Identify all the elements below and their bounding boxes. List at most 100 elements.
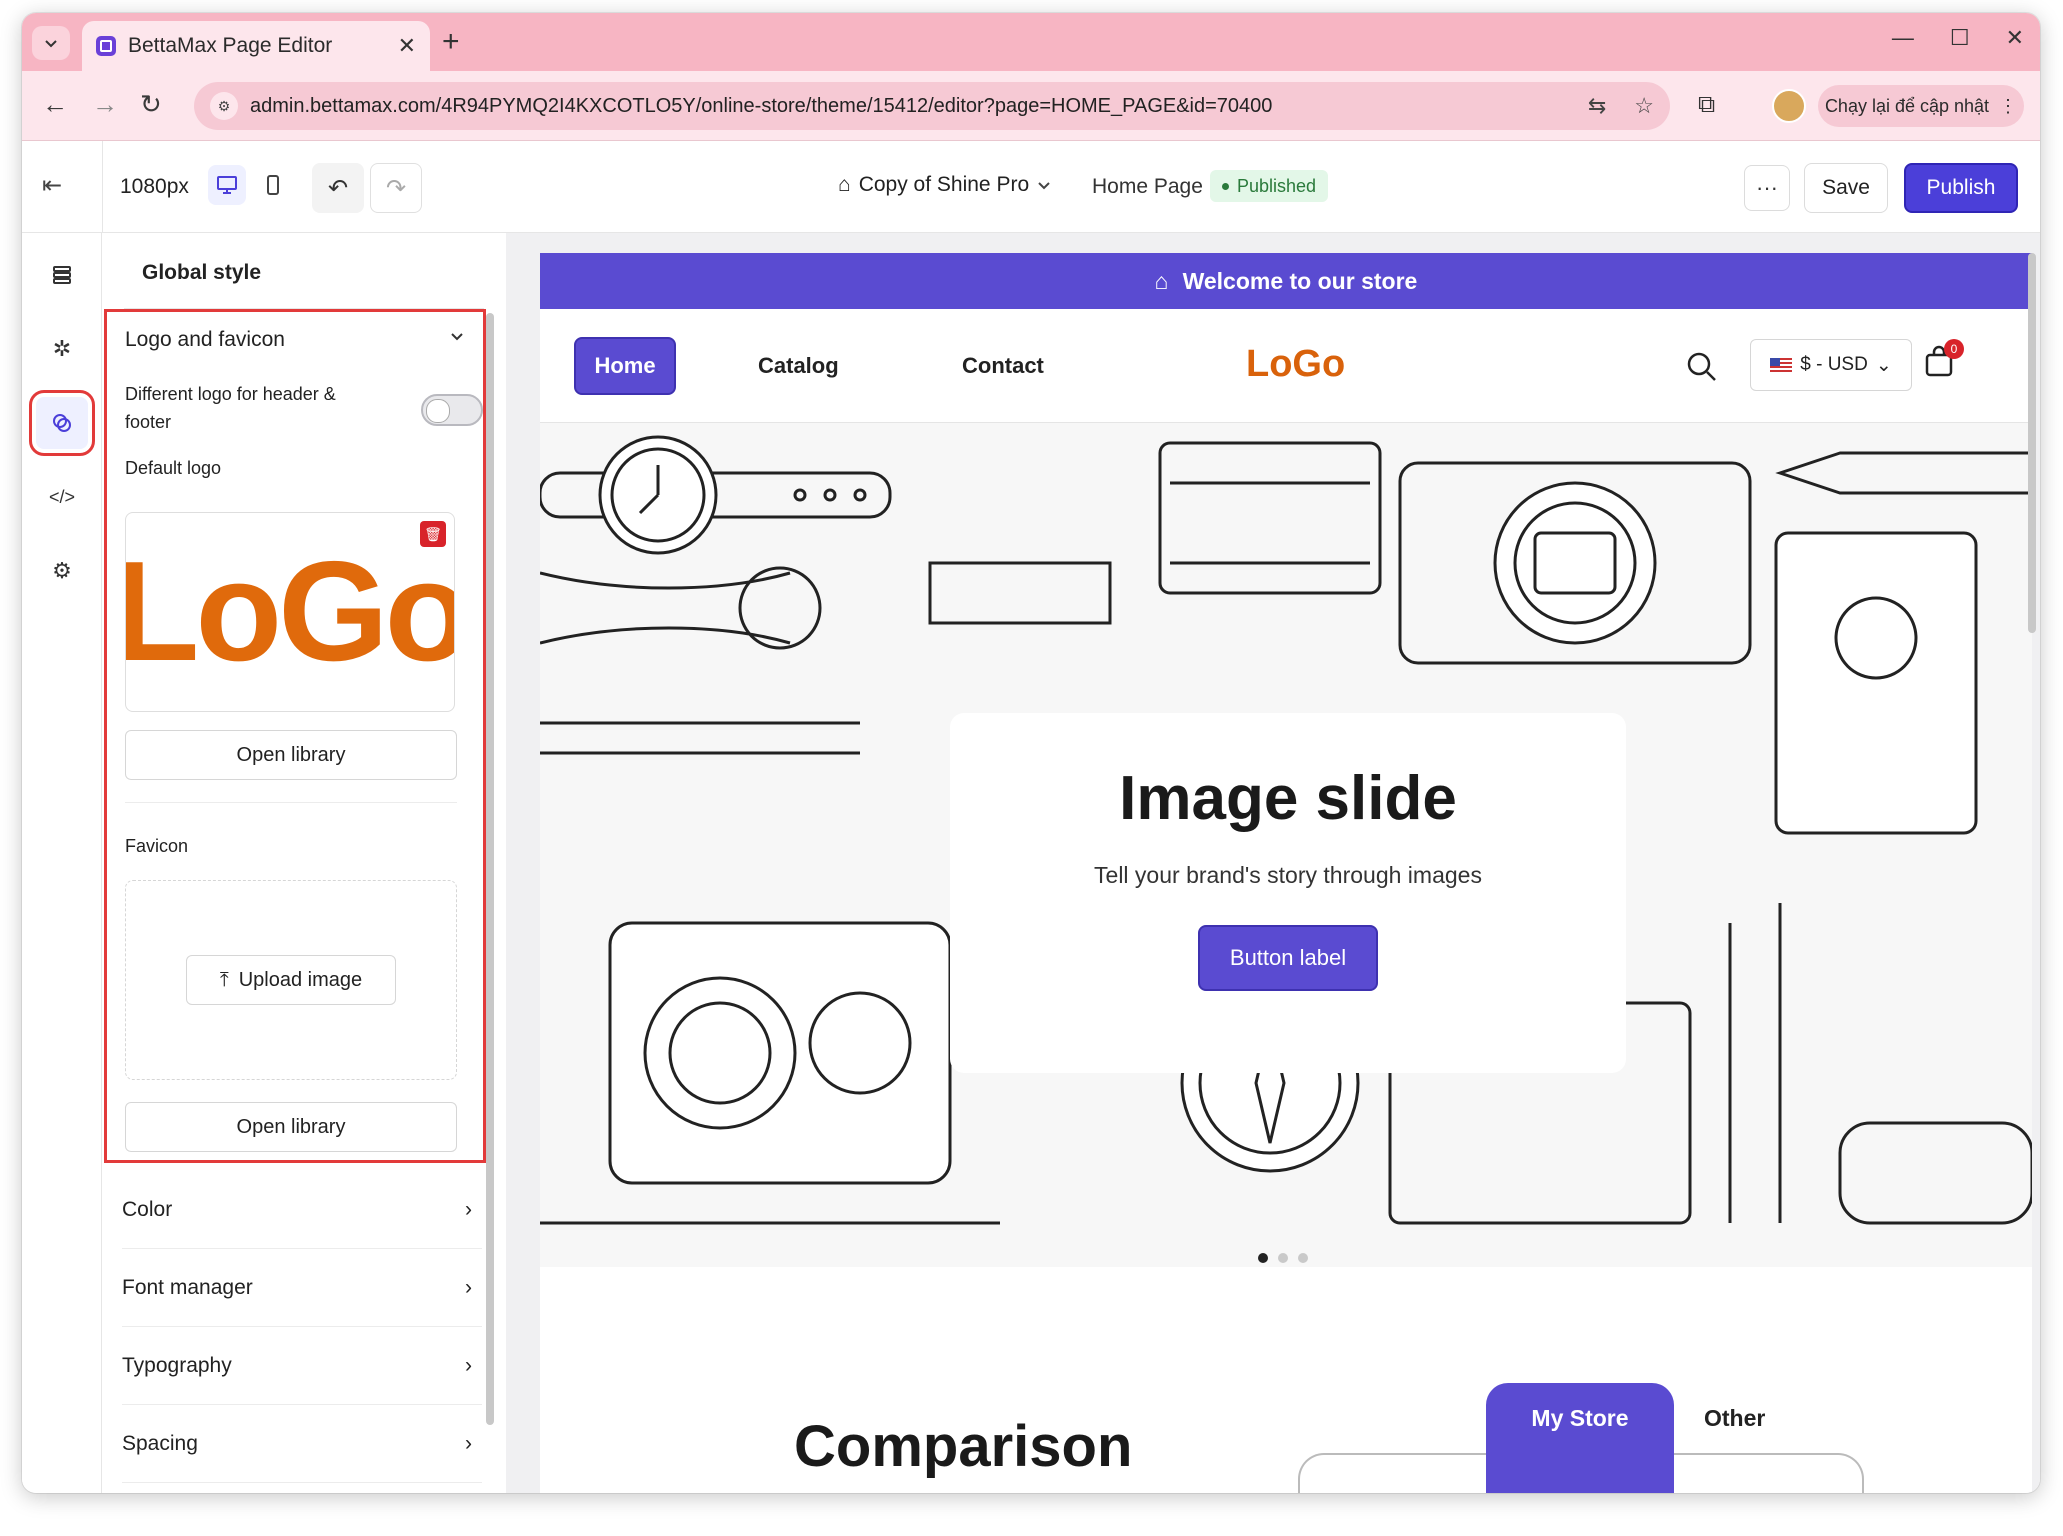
accordion-label: Color bbox=[122, 1197, 173, 1221]
desktop-view-button[interactable] bbox=[208, 165, 246, 205]
profile-avatar[interactable] bbox=[1772, 89, 1806, 123]
sections-button[interactable] bbox=[36, 249, 88, 301]
publish-button[interactable]: Publish bbox=[1904, 163, 2018, 213]
apps-button[interactable]: ✲ bbox=[36, 323, 88, 375]
desktop-icon bbox=[217, 176, 237, 194]
tab-search-button[interactable] bbox=[32, 26, 70, 60]
logo-image: LoGo bbox=[125, 532, 455, 691]
delete-logo-icon[interactable]: 🗑 bbox=[420, 521, 446, 547]
logo-section-header[interactable]: Logo and favicon bbox=[125, 328, 465, 352]
settings-button[interactable]: ⚙ bbox=[36, 545, 88, 597]
accordion-label: Typography bbox=[122, 1353, 232, 1377]
code-button[interactable]: </> bbox=[36, 471, 88, 523]
translate-icon[interactable]: ⇆ bbox=[1588, 93, 1606, 119]
chevron-right-icon: › bbox=[465, 1275, 472, 1299]
favicon-dropzone[interactable]: ⤒ Upload image bbox=[125, 880, 457, 1080]
chevron-right-icon: › bbox=[465, 1197, 472, 1221]
comparison-title: Comparison bbox=[794, 1414, 1133, 1479]
accordion-label: Spacing bbox=[122, 1431, 198, 1455]
nav-home[interactable]: Home bbox=[574, 337, 676, 395]
extensions-icon[interactable]: ⧉ bbox=[1698, 91, 1715, 119]
reload-icon[interactable]: ↻ bbox=[140, 89, 162, 120]
site-info-icon[interactable]: ⚙ bbox=[210, 92, 238, 120]
redo-icon: ↷ bbox=[385, 174, 407, 202]
accordion-font-manager[interactable]: Font manager › bbox=[122, 1249, 482, 1327]
code-icon: </> bbox=[48, 486, 76, 507]
accordion-typography[interactable]: Typography › bbox=[122, 1327, 482, 1405]
upload-image-button[interactable]: ⤒ Upload image bbox=[186, 955, 396, 1005]
status-dot bbox=[1222, 182, 1229, 190]
image-slide-section[interactable]: Image slide Tell your brand's story thro… bbox=[540, 423, 2032, 1267]
save-button[interactable]: Save bbox=[1804, 163, 1888, 213]
accordion-color[interactable]: Color › bbox=[122, 1171, 482, 1249]
comparison-tab-other[interactable]: Other bbox=[1704, 1405, 1765, 1432]
new-tab-icon[interactable]: + bbox=[442, 25, 460, 59]
hero-cta-button[interactable]: Button label bbox=[1198, 925, 1378, 991]
panel-scrollbar[interactable] bbox=[486, 313, 494, 1425]
canvas-width-label: 1080px bbox=[120, 175, 189, 198]
canvas-scrollbar[interactable] bbox=[2028, 253, 2036, 633]
maximize-icon[interactable]: ☐ bbox=[1950, 25, 1970, 51]
chevron-down-icon bbox=[451, 333, 463, 341]
editor-topbar: ⇤ 1080px ↶ ↷ ⌂ Copy of Shine Pro Home Pa… bbox=[22, 141, 2040, 233]
slide-dot[interactable] bbox=[1278, 1253, 1288, 1263]
tab-title: BettaMax Page Editor bbox=[128, 34, 333, 57]
redo-button[interactable]: ↷ bbox=[370, 163, 422, 213]
status-badge: Published bbox=[1210, 170, 1329, 202]
chevron-down-icon bbox=[45, 40, 57, 48]
browser-toolbar: ← → ↻ ⚙ admin.bettamax.com/4R94PYMQ2I4KX… bbox=[22, 71, 2040, 141]
store-header[interactable]: Home Catalog Contact LoGo $ - USD ⌄ 0 bbox=[540, 309, 2032, 423]
toggle-label: Different logo for header & footer bbox=[125, 384, 336, 432]
accordion-label: Font manager bbox=[122, 1275, 253, 1299]
open-library-button[interactable]: Open library bbox=[125, 730, 457, 780]
store-icon: ⌂ bbox=[1154, 267, 1169, 294]
chevron-down-icon bbox=[1038, 182, 1050, 190]
divider bbox=[102, 141, 103, 233]
mobile-view-button[interactable] bbox=[254, 165, 292, 205]
undo-icon: ↶ bbox=[327, 174, 349, 202]
chevron-right-icon: › bbox=[465, 1353, 472, 1377]
exit-editor-icon[interactable]: ⇤ bbox=[42, 171, 62, 200]
back-icon[interactable]: ← bbox=[42, 89, 68, 120]
hero-title: Image slide bbox=[1119, 764, 1457, 833]
app-favicon-icon bbox=[96, 36, 116, 56]
forward-icon[interactable]: → bbox=[92, 89, 118, 120]
currency-selector[interactable]: $ - USD ⌄ bbox=[1750, 339, 1912, 391]
chevron-right-icon: › bbox=[465, 1431, 472, 1455]
nav-catalog[interactable]: Catalog bbox=[758, 353, 839, 379]
open-library-button[interactable]: Open library bbox=[125, 1102, 457, 1152]
divider bbox=[125, 802, 457, 803]
gear-icon: ⚙ bbox=[52, 558, 72, 583]
upload-label: Upload image bbox=[238, 968, 363, 991]
global-style-button[interactable] bbox=[29, 390, 95, 456]
page-selector[interactable]: Home Page bbox=[1092, 175, 1203, 199]
home-icon: ⌂ bbox=[838, 173, 851, 196]
more-options-button[interactable]: ··· bbox=[1744, 165, 1790, 211]
update-browser-button[interactable]: Chạy lại để cập nhật ⋮ bbox=[1818, 85, 2024, 127]
bookmark-star-icon[interactable]: ☆ bbox=[1634, 93, 1654, 119]
close-tab-icon[interactable]: ✕ bbox=[398, 33, 416, 59]
status-text: Published bbox=[1237, 175, 1317, 196]
different-logo-toggle[interactable] bbox=[421, 394, 483, 426]
accordion-spacing[interactable]: Spacing › bbox=[122, 1405, 482, 1483]
nav-contact[interactable]: Contact bbox=[962, 353, 1044, 379]
browser-tab[interactable]: BettaMax Page Editor ✕ bbox=[82, 21, 430, 71]
address-bar[interactable]: ⚙ admin.bettamax.com/4R94PYMQ2I4KXCOTLO5… bbox=[194, 82, 1670, 130]
search-icon[interactable] bbox=[1686, 351, 1718, 383]
slide-indicators bbox=[1258, 1253, 1308, 1263]
logo-preview: LoGo 🗑 bbox=[125, 512, 455, 712]
slide-dot[interactable] bbox=[1298, 1253, 1308, 1263]
browser-tab-strip: BettaMax Page Editor ✕ + — ☐ ✕ bbox=[22, 13, 2040, 71]
minimize-icon[interactable]: — bbox=[1892, 25, 1914, 51]
slide-dot[interactable] bbox=[1258, 1253, 1268, 1263]
logo-favicon-section: Logo and favicon Different logo for head… bbox=[104, 309, 486, 1163]
url-text: admin.bettamax.com/4R94PYMQ2I4KXCOTLO5Y/… bbox=[250, 94, 1273, 117]
announcement-bar[interactable]: ⌂ Welcome to our store bbox=[540, 253, 2032, 309]
store-logo[interactable]: LoGo bbox=[1246, 343, 1345, 386]
update-button-label: Chạy lại để cập nhật bbox=[1824, 95, 1990, 116]
close-window-icon[interactable]: ✕ bbox=[2006, 25, 2024, 51]
undo-button[interactable]: ↶ bbox=[312, 163, 364, 213]
device-switcher bbox=[208, 165, 298, 209]
theme-selector[interactable]: ⌂ Copy of Shine Pro bbox=[838, 173, 1051, 197]
comparison-tab-my-store[interactable]: My Store bbox=[1486, 1383, 1674, 1493]
